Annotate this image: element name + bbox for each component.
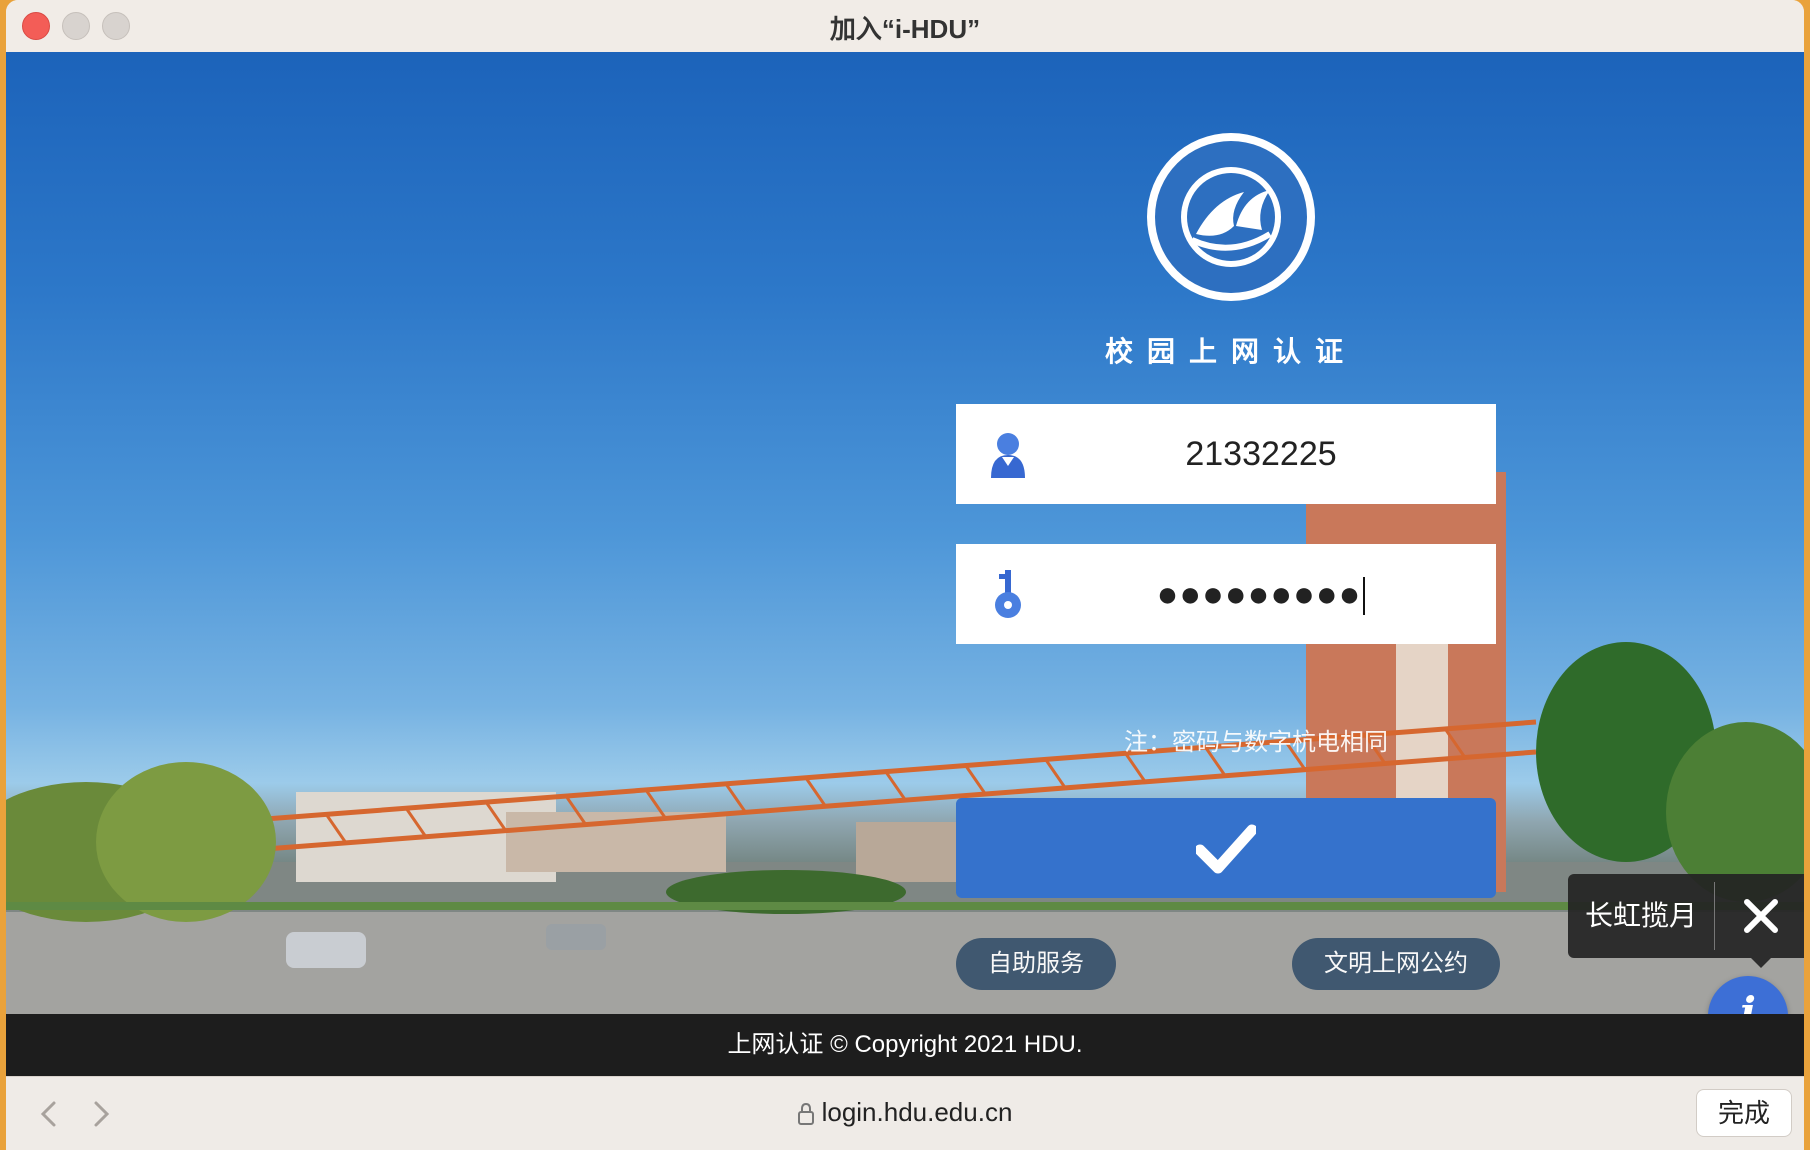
password-input-text[interactable]: ●●●●●●●●● [1046,544,1476,644]
self-service-button[interactable]: 自助服务 [956,938,1116,990]
key-icon [995,570,1021,618]
username-value[interactable]: 21332225 [1046,404,1476,504]
hdu-university-logo [1147,133,1315,301]
portal-heading: 校园上网认证 [1104,336,1357,367]
browser-bottom-bar: login.hdu.edu.cn 完成 [6,1076,1804,1150]
password-mask: ●●●●●●●●● [1156,573,1362,614]
title-bar: 加入“i-HDU” [6,0,1804,53]
password-field[interactable]: ●●●●●●●●● [956,544,1496,644]
photo-caption-tooltip: 长虹揽月 [1568,874,1804,968]
campus-background-photo [6,472,1804,1014]
lock-icon [797,1103,814,1126]
user-icon [991,433,1025,478]
window-title: 加入“i-HDU” [829,14,981,44]
copyright-footer: 上网认证 © Copyright 2021 HDU. [6,1014,1804,1076]
text-caret [1363,577,1366,616]
internet-rules-button[interactable]: 文明上网公约 [1292,938,1500,990]
address-bar[interactable]: login.hdu.edu.cn [6,1097,1804,1128]
login-submit-button[interactable] [956,798,1496,898]
password-note: 注：密码与数字杭电相同 [1124,729,1388,756]
close-icon[interactable] [1718,874,1804,958]
username-field[interactable]: 21332225 [956,404,1496,504]
info-icon: i [1740,988,1756,1014]
portal-page: 校园上网认证 21332225 ●●●●●●●●● 注：密码与数字杭电相同 自助… [6,52,1804,1014]
captive-portal-window: 加入“i-HDU” 校园上网认证 21332225 ●●●●●●●●● 注：密码… [6,0,1804,1150]
done-button[interactable]: 完成 [1696,1089,1792,1137]
url-text: login.hdu.edu.cn [821,1097,1013,1127]
checkmark-icon [1196,824,1256,874]
photo-caption-label: 长虹揽月 [1584,900,1697,931]
tooltip-divider [1714,882,1715,950]
